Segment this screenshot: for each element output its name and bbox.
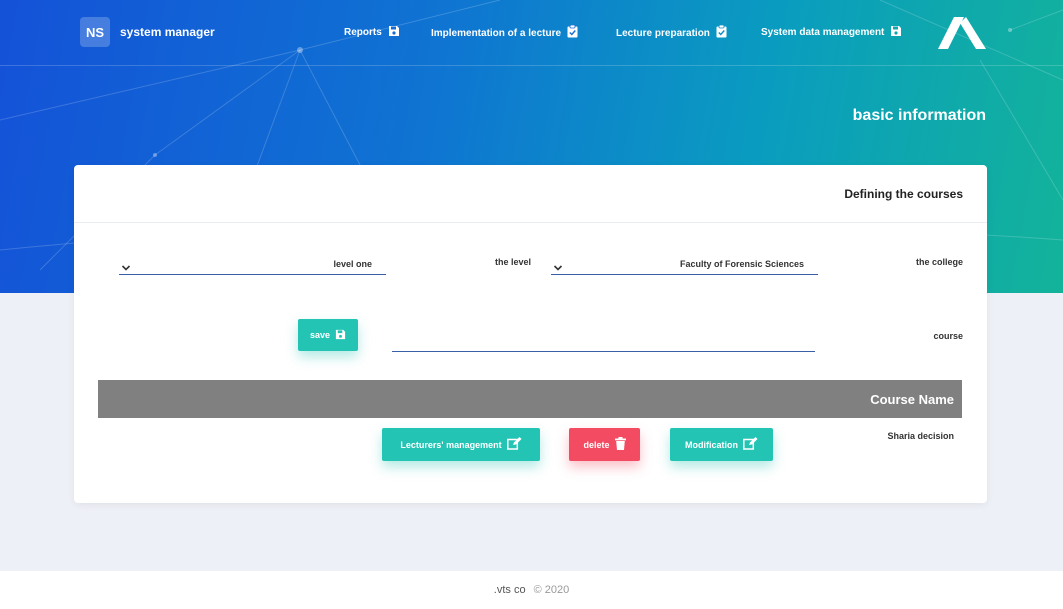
modification-button-label: Modification bbox=[685, 439, 738, 450]
nav-label: Lecture preparation bbox=[616, 27, 710, 39]
courses-card: Defining the courses the college Faculty… bbox=[74, 165, 987, 503]
edit-icon bbox=[506, 437, 522, 452]
delete-button-label: delete bbox=[583, 439, 610, 450]
nav-label: System data management bbox=[761, 27, 885, 38]
delete-button[interactable]: delete bbox=[569, 428, 640, 461]
chevron-down-icon bbox=[121, 259, 131, 277]
clipboard-check-icon bbox=[716, 24, 727, 41]
edit-icon bbox=[743, 437, 758, 452]
footer: .vts co © 2020 bbox=[0, 571, 1063, 609]
college-select[interactable]: Faculty of Forensic Sciences bbox=[551, 253, 818, 275]
nav-implementation-of-lecture[interactable]: Implementation of a lecture bbox=[431, 24, 578, 41]
save-button[interactable]: save bbox=[298, 319, 358, 351]
brand-logo[interactable] bbox=[938, 15, 988, 56]
college-select-value: Faculty of Forensic Sciences bbox=[679, 259, 804, 269]
floppy-disk-icon bbox=[388, 25, 400, 40]
course-name-cell: Sharia decision bbox=[887, 431, 954, 441]
top-navbar: NS system manager Reports Implementation… bbox=[0, 0, 1063, 66]
level-select-value: level one bbox=[333, 259, 372, 269]
nav-label: Reports bbox=[344, 27, 382, 38]
app-name[interactable]: system manager bbox=[120, 25, 215, 39]
clipboard-check-icon bbox=[567, 24, 578, 41]
footer-copyright: © 2020 bbox=[533, 584, 570, 596]
card-title: Defining the courses bbox=[844, 187, 963, 201]
page-title: basic information bbox=[852, 107, 986, 124]
nav-label: Implementation of a lecture bbox=[431, 27, 562, 39]
course-input[interactable] bbox=[392, 330, 815, 352]
level-select[interactable]: level one bbox=[119, 253, 386, 275]
floppy-disk-icon bbox=[890, 25, 902, 40]
chevron-down-icon bbox=[553, 259, 563, 277]
logo-badge[interactable]: NS bbox=[80, 17, 110, 47]
save-button-label: save bbox=[309, 330, 331, 340]
lecturers-management-button[interactable]: Lecturers' management bbox=[382, 428, 540, 461]
level-label: the level bbox=[494, 257, 531, 267]
nav-lecture-preparation[interactable]: Lecture preparation bbox=[616, 24, 727, 41]
course-label: course bbox=[933, 331, 963, 341]
lecturers-management-button-label: Lecturers' management bbox=[400, 439, 502, 450]
footer-company[interactable]: .vts co bbox=[494, 584, 526, 596]
college-label: the college bbox=[915, 257, 963, 267]
modification-button[interactable]: Modification bbox=[670, 428, 773, 461]
nav-reports[interactable]: Reports bbox=[344, 25, 400, 40]
nav-system-data-management[interactable]: System data management bbox=[761, 25, 902, 40]
trash-icon bbox=[614, 437, 626, 452]
brand-mark-icon bbox=[938, 17, 986, 49]
floppy-disk-icon bbox=[335, 329, 346, 342]
table-header: Course Name bbox=[98, 380, 962, 418]
column-course-name: Course Name bbox=[870, 392, 954, 407]
card-header: Defining the courses bbox=[74, 165, 987, 223]
